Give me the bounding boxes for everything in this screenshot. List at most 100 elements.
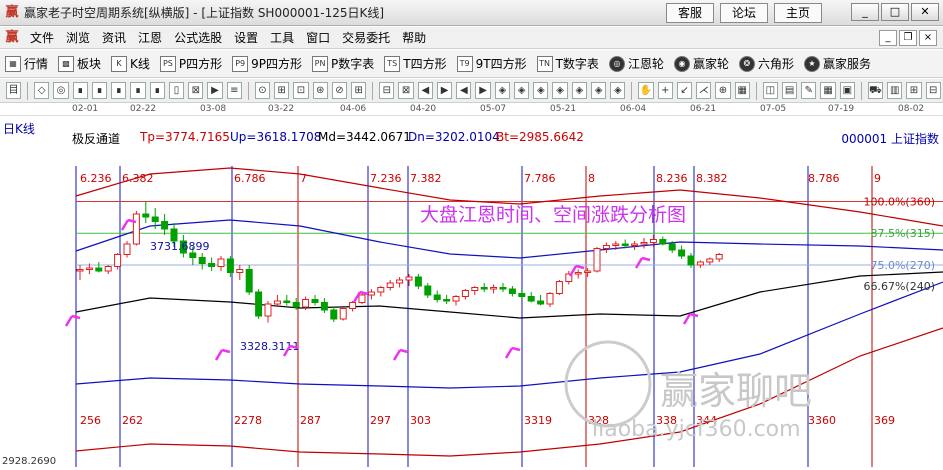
drawing-tool-icon[interactable]: ∎ <box>72 82 88 99</box>
drawing-tool-icon[interactable]: ⊡ <box>293 82 309 99</box>
candle-body <box>189 252 197 258</box>
home-link[interactable]: 主页 <box>774 3 822 23</box>
drawing-tool-icon[interactable]: ◫ <box>762 82 778 99</box>
service-link[interactable]: 客服 <box>666 3 714 23</box>
drawing-tool-icon[interactable]: ◈ <box>571 82 587 99</box>
forum-link[interactable]: 论坛 <box>720 3 768 23</box>
menu-help[interactable]: 帮助 <box>396 27 432 49</box>
drawing-tool-icon[interactable]: ▣ <box>839 82 855 99</box>
drawing-tool-icon[interactable]: ◈ <box>590 82 607 99</box>
drawing-tool-icon[interactable]: ⛟ <box>867 82 884 99</box>
kline-chart[interactable]: 100.0%(360) 87.5%(315) 75.0%(270) 66.67%(24… <box>0 116 943 467</box>
toolbar-pn-button[interactable]: PN P数字表 <box>307 50 379 78</box>
mdi-restore-button[interactable]: ❐ <box>899 30 917 46</box>
drawing-tool-icon[interactable]: ▶ <box>436 82 453 99</box>
toolbar-label: 赢家轮 <box>692 57 729 71</box>
app-menu-icon[interactable]: 赢 <box>4 30 20 46</box>
drawing-tool-icon[interactable]: ∎ <box>91 82 108 99</box>
drawing-tool-icon[interactable]: ◀ <box>456 82 472 99</box>
menu-file[interactable]: 文件 <box>24 27 60 49</box>
drawing-tool-icon[interactable]: ▤ <box>781 82 798 99</box>
main-toolbar: ▦ 行情 ▩ 板块 K K线 PS P四方形 P9 9P四方形 PN P数字表 TS T四方形 T9 9T四方… <box>0 50 943 78</box>
drawing-tool-icon[interactable]: ▥ <box>887 82 903 99</box>
hexagon-icon: ❂ <box>738 55 755 72</box>
menu-settings[interactable]: 设置 <box>228 27 264 49</box>
minimize-button[interactable]: _ <box>851 3 879 21</box>
toolbar-separator <box>631 81 633 100</box>
candle-body <box>678 249 686 257</box>
mdi-close-button[interactable]: × <box>919 30 937 46</box>
toolbar-t9-button[interactable]: T9 9T四方形 <box>452 50 532 78</box>
drawing-tool-icon[interactable]: ⊟ <box>925 82 941 99</box>
drawing-tool-icon[interactable]: ⊞ <box>351 82 367 99</box>
menu-gann[interactable]: 江恩 <box>132 27 168 49</box>
drawing-tool-icon[interactable]: ∎ <box>130 82 146 99</box>
mdi-minimize-button[interactable]: _ <box>879 30 897 46</box>
drawing-tool-icon[interactable]: ⊞ <box>274 82 290 99</box>
close-button[interactable]: ✕ <box>911 3 939 21</box>
toolbar-ps-button[interactable]: PS P四方形 <box>155 50 227 78</box>
toolbar-block-button[interactable]: ▩ 板块 <box>53 50 106 78</box>
toolbar-gann-wheel-button[interactable]: ◎ 江恩轮 <box>604 50 669 78</box>
drawing-toolbar: 目 ◇ ◎ ∎ ∎ ∎ ∎ ∎ ▯ ⊠ ▶ ≡ ⊙ ⊞ ⊡ ⊛ ⊘ ⊞ ⊟ ⊠ ◀ ▶ ◀ ▶ ◈ ◈ ◈ ◈ ◈ ◈ ◈ ✋ + ↙ ⋌ ⊕ ▦ ◫ ▤ ✎… <box>0 79 943 103</box>
bt-value: Bt=2985.6642 <box>496 130 584 144</box>
toolbar-tn-button[interactable]: TN T数字表 <box>532 50 604 78</box>
toolbar-winner-wheel-button[interactable]: ◉ 赢家轮 <box>669 50 734 78</box>
toolbar-p9-button[interactable]: P9 9P四方形 <box>227 50 307 78</box>
drawing-tool-icon[interactable]: ≡ <box>226 82 242 99</box>
drawing-tool-icon[interactable]: ∎ <box>111 82 127 99</box>
drawing-tool-icon[interactable]: ⊛ <box>312 82 328 99</box>
toolbar-separator <box>247 81 249 100</box>
menu-tools[interactable]: 工具 <box>264 27 300 49</box>
drawing-tool-icon[interactable]: ▶ <box>207 82 223 99</box>
drawing-tool-icon[interactable]: ⊞ <box>906 82 922 99</box>
candle-body <box>349 302 357 309</box>
drawing-tool-icon[interactable]: ⋌ <box>696 82 712 99</box>
drawing-tool-icon[interactable]: ◎ <box>53 82 69 99</box>
time-top-label: 7.786 <box>524 172 556 185</box>
candle-body <box>471 287 479 291</box>
drawing-tool-icon[interactable]: ▦ <box>820 82 836 99</box>
menu-browse[interactable]: 浏览 <box>60 27 96 49</box>
drawing-tool-icon[interactable]: ⊕ <box>715 82 731 99</box>
drawing-tool-icon[interactable]: ◀ <box>417 82 433 99</box>
time-top-label: 8.786 <box>808 172 840 185</box>
drawing-tool-icon[interactable]: 目 <box>6 82 22 99</box>
drawing-tool-icon[interactable]: ◇ <box>34 82 50 99</box>
date-tick-label: 06-04 <box>620 104 647 114</box>
time-top-label: 8.382 <box>696 172 728 185</box>
drawing-tool-icon[interactable]: ⊘ <box>331 82 348 99</box>
toolbar-hexagon-button[interactable]: ❂ 六角形 <box>734 50 799 78</box>
date-tick-label: 05-07 <box>480 104 507 114</box>
toolbar-service-button[interactable]: ★ 赢家服务 <box>799 50 876 78</box>
drawing-tool-icon[interactable]: ▶ <box>475 82 491 99</box>
drawing-tool-icon[interactable]: ▦ <box>734 82 750 99</box>
drawing-tool-icon[interactable]: ∎ <box>149 82 165 99</box>
drawing-tool-icon[interactable]: ⊙ <box>254 82 271 99</box>
drawing-tool-icon[interactable]: ◈ <box>552 82 568 99</box>
candle-body <box>508 288 516 294</box>
drawing-tool-icon[interactable]: ✎ <box>801 82 817 99</box>
drawing-tool-icon[interactable]: ▯ <box>168 82 185 99</box>
drawing-tool-icon[interactable]: ◈ <box>610 82 626 99</box>
menu-window[interactable]: 窗口 <box>300 27 336 49</box>
drawing-tool-icon[interactable]: ◈ <box>513 82 530 99</box>
pn-icon: PN <box>312 55 329 72</box>
toolbar-kline-button[interactable]: K K线 <box>106 50 155 78</box>
drawing-tool-icon[interactable]: ◈ <box>533 82 549 99</box>
menu-trade[interactable]: 交易委托 <box>336 27 396 49</box>
menu-formula[interactable]: 公式选股 <box>168 27 228 49</box>
drawing-tool-icon[interactable]: ◈ <box>494 82 510 99</box>
menu-info[interactable]: 资讯 <box>96 27 132 49</box>
toolbar-ts-button[interactable]: TS T四方形 <box>379 50 451 78</box>
candle-body <box>104 266 112 272</box>
drawing-tool-icon[interactable]: ⊠ <box>188 82 204 99</box>
toolbar-grid-button[interactable]: ▦ 行情 <box>0 50 53 78</box>
drawing-tool-icon[interactable]: ✋ <box>638 82 654 99</box>
maximize-button[interactable]: □ <box>881 3 909 21</box>
drawing-tool-icon[interactable]: ↙ <box>676 82 693 99</box>
drawing-tool-icon[interactable]: ⊟ <box>379 82 395 99</box>
drawing-tool-icon[interactable]: ⊠ <box>398 82 414 99</box>
time-bottom-label: 256 <box>80 414 101 427</box>
drawing-tool-icon[interactable]: + <box>657 82 673 99</box>
